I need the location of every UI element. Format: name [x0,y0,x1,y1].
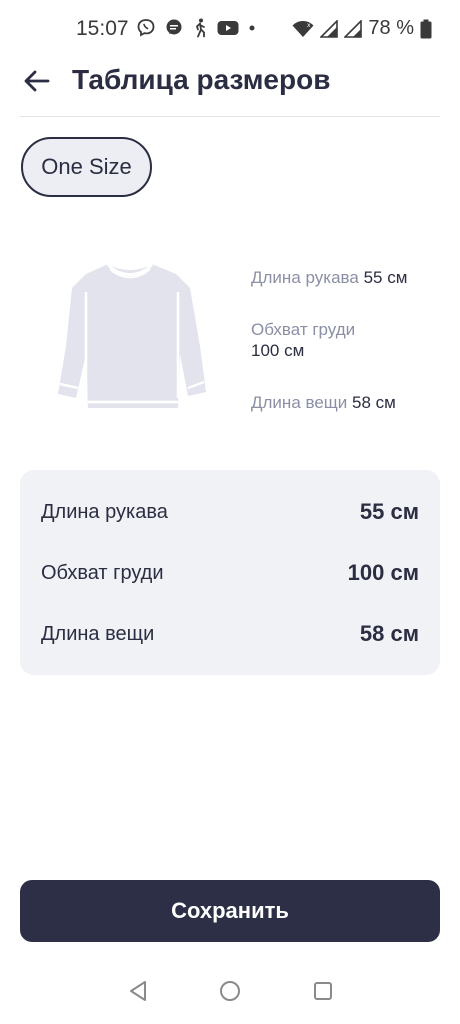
table-row: Обхват груди 100 см [41,553,419,593]
message-bubble-icon [165,19,183,37]
measure-chest-label: Обхват груди [251,320,356,339]
measure-chest-value: 100 см [251,341,305,360]
measure-length: Длина вещи 58 см [251,392,396,413]
dot-icon [248,24,256,32]
signal-icon [344,19,363,38]
nav-home-icon [218,979,242,1008]
nav-home-button[interactable] [217,980,243,1006]
back-button[interactable] [20,66,54,100]
status-bar: 15:07 x 78 % [0,0,460,58]
status-notification-icons [136,18,256,38]
measure-length-value: 58 см [352,393,396,412]
table-row: Длина рукава 55 см [41,492,419,532]
nav-recent-icon [312,980,334,1007]
wifi-icon: x [292,20,314,38]
status-time: 15:07 [76,17,129,40]
nav-back-button[interactable] [125,980,151,1006]
walking-icon [192,18,208,38]
measure-chest: Обхват груди 100 см [251,319,355,361]
battery-percent: 78 % [368,17,414,39]
header-divider [20,116,440,117]
signal-icon [320,19,339,38]
page-title: Таблица размеров [72,64,331,95]
row-label: Длина вещи [41,622,155,645]
app-header: Таблица размеров [0,58,460,116]
arrow-left-icon [24,70,50,97]
status-system-icons: x 78 % [292,17,432,40]
row-value: 55 см [359,499,419,524]
row-value: 100 см [347,560,419,585]
nav-back-icon [127,980,149,1007]
table-row: Длина вещи 58 см [41,614,419,654]
svg-text:x: x [307,22,311,29]
viber-icon [136,18,156,38]
row-label: Обхват груди [41,561,164,584]
system-nav-bar [0,970,460,1016]
save-button[interactable]: Сохранить [20,880,440,942]
measure-length-label: Длина вещи [251,393,348,412]
size-table-card: Длина рукава 55 см Обхват груди 100 см Д… [20,470,440,675]
sweater-icon [48,258,212,420]
size-chip-one-size[interactable]: One Size [21,137,152,197]
row-label: Длина рукава [41,500,168,523]
measure-sleeve-label: Длина рукава [251,268,359,287]
battery-icon [420,19,432,39]
measure-sleeve: Длина рукава 55 см [251,267,407,288]
row-value: 58 см [359,621,419,646]
measure-sleeve-value: 55 см [363,268,408,287]
nav-recent-button[interactable] [310,980,336,1006]
youtube-icon [217,20,239,36]
